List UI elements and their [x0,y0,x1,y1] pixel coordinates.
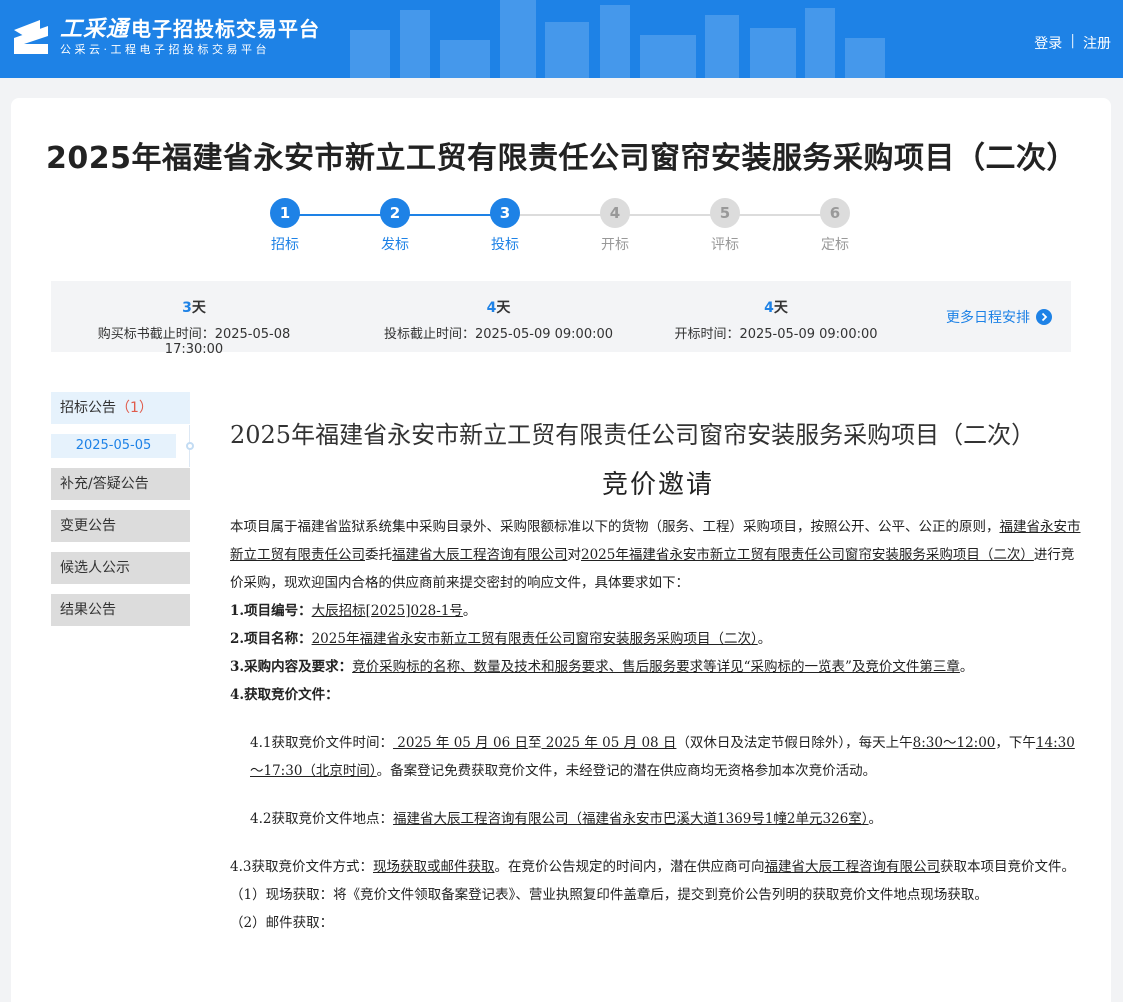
step-number: 6 [820,198,850,228]
notice-document: 2025年福建省永安市新立工贸有限责任公司窗帘安装服务采购项目（二次） 竞价邀请… [230,420,1086,937]
platform-subtitle: 公采云·工程电子招投标交易平台 [60,42,270,56]
days-unit: 天 [496,300,511,316]
progress-steps: 1 招标 2 发标 3 投标 4 开标 5 评标 6 定标 [230,198,890,258]
sidebar-notice-date[interactable]: 2025-05-05 [51,434,176,458]
brand-name: 工采通 [60,16,130,42]
step-evaluation: 5 评标 [695,198,755,254]
intro-paragraph: 本项目属于福建省监狱系统集中采购目录外、采购限额标准以下的货物（服务、工程）采购… [230,519,1081,591]
platform-logo[interactable]: 工采通 电子招投标交易平台 公采云·工程电子招投标交易平台 [10,16,320,58]
obtain-time: 4.1获取竞价文件时间： 2025 年 05 月 06 日至 2025 年 05… [250,735,1075,779]
register-link[interactable]: 注册 [1083,33,1111,53]
sidebar-item-change[interactable]: 变更公告 [51,510,190,542]
schedule-purchase-deadline: 3天 购买标书截止时间：2025-05-08 17:30:00 [69,297,319,357]
step-number: 5 [710,198,740,228]
city-skyline-icon [350,0,885,78]
step-number: 4 [600,198,630,228]
step-award: 6 定标 [805,198,865,254]
sidebar-item-candidates[interactable]: 候选人公示 [51,552,190,584]
sidebar-item-label: 招标公告 [60,400,116,416]
project-title: 2025年福建省永安市新立工贸有限责任公司窗帘安装服务采购项目（二次） [46,141,1077,176]
login-link[interactable]: 登录 [1034,33,1062,53]
notice-count-badge: （1） [116,400,153,416]
schedule-opening-time: 4天 开标时间：2025-05-09 09:00:00 [661,297,891,342]
logo-mark-icon [14,20,48,54]
sidebar-item-result[interactable]: 结果公告 [51,594,190,626]
step-label: 招标 [271,237,299,253]
auth-links: 登录 | 注册 [1034,33,1111,53]
document-title: 2025年福建省永安市新立工贸有限责任公司窗帘安装服务采购项目（二次） [230,421,1036,449]
schedule-text: 投标截止时间：2025-05-09 09:00:00 [383,327,614,342]
sidebar-item-label: 结果公告 [60,602,116,618]
schedule-bid-deadline: 4天 投标截止时间：2025-05-09 09:00:00 [371,297,626,342]
onsite-obtain: （1）现场获取：将《竞价文件领取备案登记表》、营业执照复印件盖章后，提交到竞价公… [230,887,988,903]
platform-title-rest: 电子招投标交易平台 [131,16,321,41]
step-issue: 2 发标 [365,198,425,254]
agency-name: 福建省大辰工程咨询有限公司 [392,547,568,563]
item-purchase-content: 3.采购内容及要求：竞价采购标的名称、数量及技术和服务要求、售后服务要求等详见“… [230,659,974,675]
item-project-number: 1.项目编号：大辰招标[2025]028-1号。 [230,603,477,619]
more-schedule-label: 更多日程安排 [946,310,1030,326]
chevron-right-circle-icon [1036,309,1052,325]
step-bidding-invitation: 1 招标 [255,198,315,254]
sidebar-item-tender-notice[interactable]: 招标公告（1） [51,392,190,424]
step-label: 开标 [601,237,629,253]
days-unit: 天 [191,300,206,316]
step-label: 投标 [491,237,519,253]
days-count: 4 [486,300,497,316]
step-number: 3 [490,198,520,228]
schedule-text: 购买标书截止时间：2025-05-08 17:30:00 [97,327,291,357]
schedule-text: 开标时间：2025-05-09 09:00:00 [674,327,878,342]
step-number: 1 [270,198,300,228]
step-label: 定标 [821,237,849,253]
step-opening: 4 开标 [585,198,645,254]
sidebar-item-label: 变更公告 [60,518,116,534]
days-unit: 天 [773,300,788,316]
timeline-dot-icon [186,442,194,450]
schedule-bar: 3天 购买标书截止时间：2025-05-08 17:30:00 4天 投标截止时… [51,281,1071,357]
step-bid: 3 投标 [475,198,535,254]
step-label: 发标 [381,237,409,253]
obtain-location: 4.2获取竞价文件地点：福建省大辰工程咨询有限公司（福建省永安市巴溪大道1369… [250,811,883,827]
item-obtain-documents: 4.获取竞价文件： [230,687,339,703]
item-project-name: 2.项目名称：2025年福建省永安市新立工贸有限责任公司窗帘安装服务采购项目（二… [230,631,772,647]
obtain-method: 4.3获取竞价文件方式：现场获取或邮件获取。在竞价公告规定的时间内，潜在供应商可… [230,859,1075,875]
sidebar-item-supplement[interactable]: 补充/答疑公告 [51,468,190,500]
platform-title: 工采通 电子招投标交易平台 [60,17,320,42]
mail-obtain: （2）邮件获取： [230,915,334,931]
days-count: 3 [182,300,192,316]
step-number: 2 [380,198,410,228]
document-subtitle: 竞价邀请 [601,470,714,500]
more-schedule-link[interactable]: 更多日程安排 [946,307,1052,327]
days-count: 4 [764,300,774,316]
step-label: 评标 [711,237,739,253]
sidebar-item-label: 候选人公示 [60,560,130,576]
sidebar-item-label: 补充/答疑公告 [60,476,149,492]
top-header: 工采通 电子招投标交易平台 公采云·工程电子招投标交易平台 登录 | 注册 [0,0,1123,78]
project-name-ref: 2025年福建省永安市新立工贸有限责任公司窗帘安装服务采购项目（二次） [581,547,1034,563]
auth-separator: | [1070,33,1075,49]
